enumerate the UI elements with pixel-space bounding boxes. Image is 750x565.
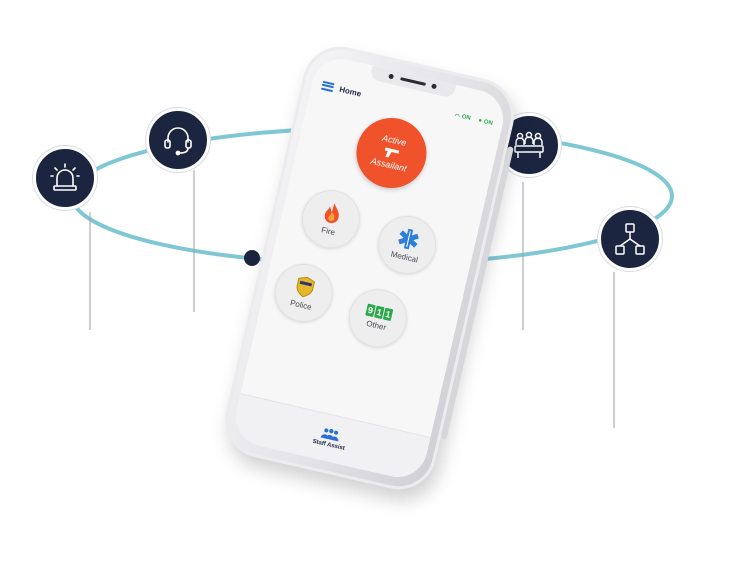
other-label: Other xyxy=(365,318,387,333)
police-button[interactable]: Police xyxy=(268,258,339,328)
sensor-dot xyxy=(387,73,394,80)
wifi-status-label: ON xyxy=(461,113,472,122)
staff-assist-label: Staff Assist xyxy=(311,438,346,452)
staff-assist-button[interactable]: Staff Assist xyxy=(312,425,348,452)
location-status: ● ON xyxy=(478,118,494,127)
police-badge-icon xyxy=(296,276,316,298)
digit-1b: 1 xyxy=(382,307,394,322)
location-status-label: ON xyxy=(483,119,494,127)
active-assailant-button[interactable]: Active Assailant xyxy=(349,111,434,195)
front-camera xyxy=(430,83,437,90)
earpiece-speaker xyxy=(399,77,426,86)
headset-icon xyxy=(164,127,192,156)
active-assailant-label-line2: Assailant xyxy=(369,155,408,174)
hamburger-menu-icon[interactable] xyxy=(321,80,335,92)
star-of-life-icon xyxy=(398,228,419,250)
fire-icon xyxy=(324,203,339,224)
org-chart-node xyxy=(598,207,662,271)
meeting-room-icon xyxy=(514,131,544,158)
other-button[interactable]: 9 1 1 Other xyxy=(343,283,413,353)
alarm-light-icon xyxy=(50,163,80,191)
wifi-status: ◠ ON xyxy=(454,112,471,122)
ring-anchor-left xyxy=(244,250,260,266)
org-chart-icon xyxy=(615,223,645,255)
fire-label: Fire xyxy=(320,225,336,238)
fire-button[interactable]: Fire xyxy=(296,184,366,254)
alarm-light-node xyxy=(33,146,97,210)
police-label: Police xyxy=(289,298,313,312)
medical-button[interactable]: Medical xyxy=(372,210,442,280)
location-pin-icon: ● xyxy=(477,117,483,125)
wifi-icon: ◠ xyxy=(453,112,461,120)
headset-node xyxy=(146,108,210,172)
